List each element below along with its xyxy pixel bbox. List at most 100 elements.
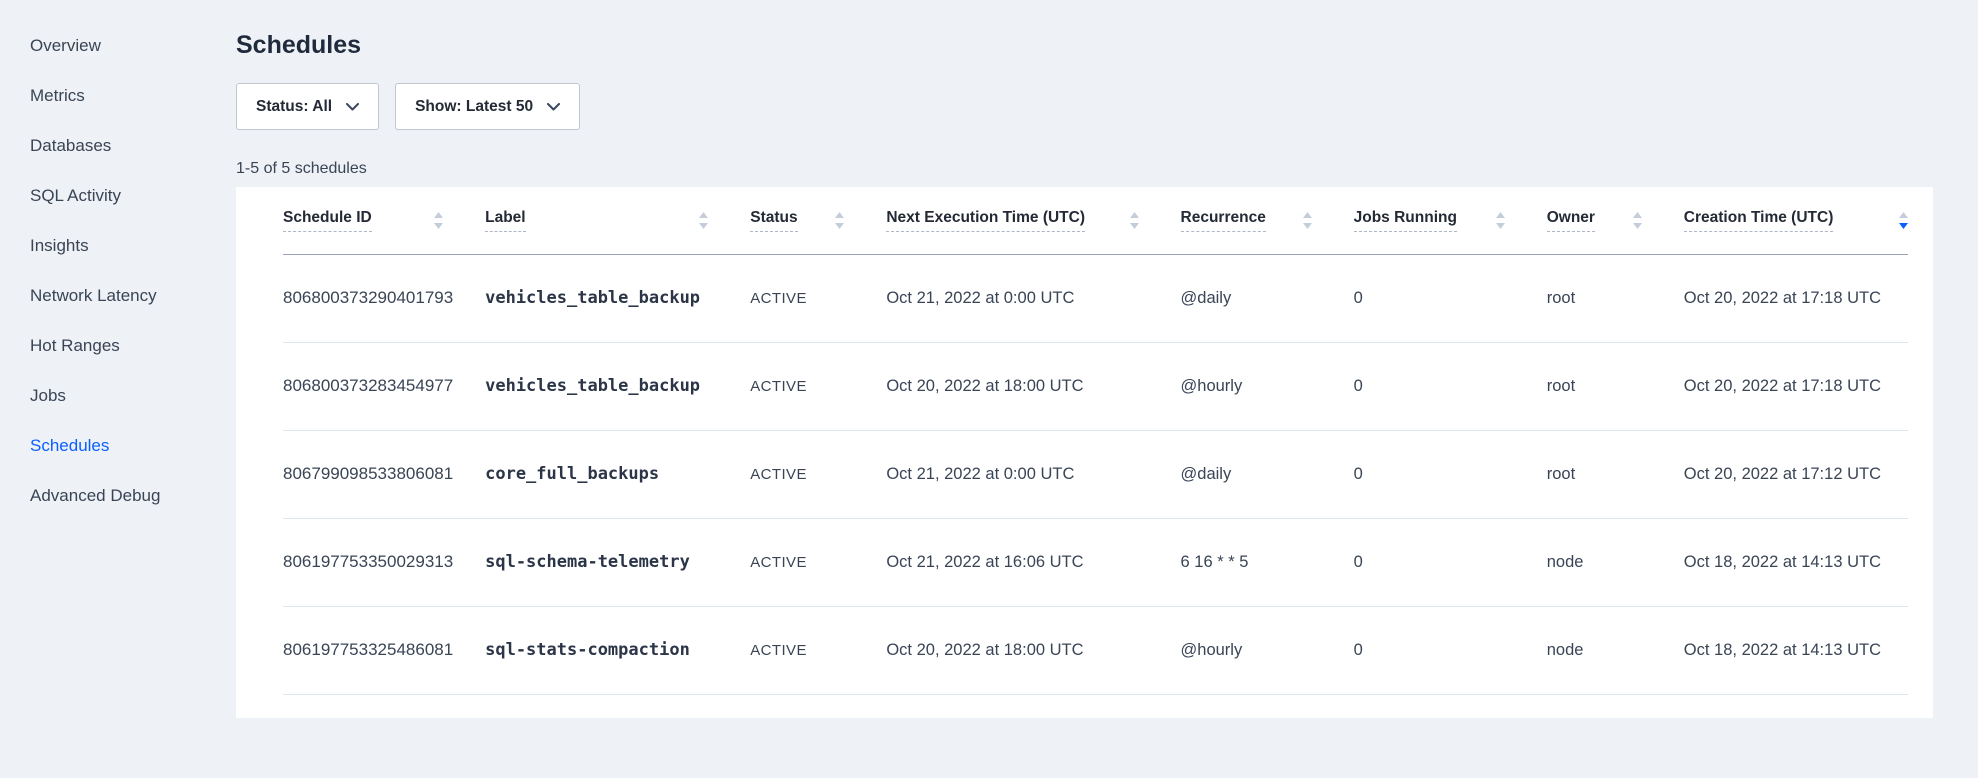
sort-icon[interactable] bbox=[1899, 212, 1908, 229]
sidebar-item-label: Hot Ranges bbox=[30, 336, 120, 356]
column-header-creation-time-utc[interactable]: Creation Time (UTC) bbox=[1684, 187, 1908, 254]
column-header-inner: Recurrence bbox=[1181, 209, 1312, 232]
schedule-row: 806800373283454977 vehicles_table_backup… bbox=[283, 342, 1908, 430]
schedule-row: 806197753350029313 sql-schema-telemetry … bbox=[283, 518, 1908, 606]
sidebar-nav: Overview Metrics Databases SQL Activity … bbox=[0, 0, 236, 778]
column-header-inner: Next Execution Time (UTC) bbox=[886, 209, 1138, 232]
schedule-label: vehicles_table_backup bbox=[485, 288, 700, 308]
schedule-id: 806197753325486081 bbox=[283, 640, 453, 659]
schedule-next-execution-time: Oct 21, 2022 at 0:00 UTC bbox=[886, 289, 1074, 307]
sidebar-item-databases[interactable]: Databases bbox=[0, 121, 236, 171]
schedule-recurrence: @hourly bbox=[1181, 377, 1243, 395]
schedule-creation-time: Oct 20, 2022 at 17:18 UTC bbox=[1684, 377, 1881, 395]
sidebar-item-sql-activity[interactable]: SQL Activity bbox=[0, 171, 236, 221]
column-header-status[interactable]: Status bbox=[750, 187, 886, 254]
sort-icon[interactable] bbox=[835, 212, 844, 229]
sidebar-item-label: Metrics bbox=[30, 86, 85, 106]
schedule-owner: root bbox=[1547, 377, 1575, 395]
schedule-next-execution-time: Oct 21, 2022 at 0:00 UTC bbox=[886, 465, 1074, 483]
schedule-recurrence: 6 16 * * 5 bbox=[1181, 553, 1249, 571]
column-header-inner: Label bbox=[485, 209, 708, 232]
column-header-label: Status bbox=[750, 209, 797, 232]
schedule-id: 806799098533806081 bbox=[283, 464, 453, 483]
show-limit-dropdown[interactable]: Show: Latest 50 bbox=[395, 83, 580, 130]
sort-icon[interactable] bbox=[1303, 212, 1312, 229]
show-limit-label: Show: Latest 50 bbox=[415, 98, 533, 116]
sidebar-item-network-latency[interactable]: Network Latency bbox=[0, 271, 236, 321]
schedule-status-badge: ACTIVE bbox=[750, 378, 807, 395]
sidebar-item-label: Advanced Debug bbox=[30, 486, 160, 506]
column-header-label: Creation Time (UTC) bbox=[1684, 209, 1834, 232]
sort-icon[interactable] bbox=[1633, 212, 1642, 229]
sort-icon[interactable] bbox=[699, 212, 708, 229]
sidebar-item-insights[interactable]: Insights bbox=[0, 221, 236, 271]
column-header-recurrence[interactable]: Recurrence bbox=[1181, 187, 1354, 254]
sort-icon[interactable] bbox=[1496, 212, 1505, 229]
page-title: Schedules bbox=[236, 30, 1978, 61]
status-filter-dropdown[interactable]: Status: All bbox=[236, 83, 379, 130]
results-count: 1-5 of 5 schedules bbox=[236, 160, 1978, 178]
sidebar-item-schedules[interactable]: Schedules bbox=[0, 421, 236, 471]
schedules-table: Schedule ID Label Status bbox=[283, 187, 1908, 695]
schedule-jobs-running: 0 bbox=[1354, 289, 1363, 307]
column-header-label: Schedule ID bbox=[283, 209, 372, 232]
chevron-down-icon bbox=[346, 103, 359, 111]
schedule-status-badge: ACTIVE bbox=[750, 466, 807, 483]
sidebar-item-overview[interactable]: Overview bbox=[0, 21, 236, 71]
status-filter-label: Status: All bbox=[256, 98, 332, 116]
schedule-row: 806800373290401793 vehicles_table_backup… bbox=[283, 254, 1908, 342]
sidebar-item-label: Insights bbox=[30, 236, 89, 256]
column-header-label: Owner bbox=[1547, 209, 1595, 232]
schedule-jobs-running: 0 bbox=[1354, 377, 1363, 395]
schedule-id: 806197753350029313 bbox=[283, 552, 453, 571]
schedule-recurrence: @daily bbox=[1181, 289, 1232, 307]
sort-icon[interactable] bbox=[1130, 212, 1139, 229]
sidebar-item-jobs[interactable]: Jobs bbox=[0, 371, 236, 421]
column-header-label[interactable]: Label bbox=[485, 187, 750, 254]
column-header-inner: Owner bbox=[1547, 209, 1642, 232]
sidebar-item-label: Network Latency bbox=[30, 286, 157, 306]
schedule-row: 806197753325486081 sql-stats-compaction … bbox=[283, 606, 1908, 694]
column-header-label: Jobs Running bbox=[1354, 209, 1457, 232]
table-body: 806800373290401793 vehicles_table_backup… bbox=[283, 254, 1908, 694]
column-header-inner: Creation Time (UTC) bbox=[1684, 209, 1908, 232]
filter-bar: Status: All Show: Latest 50 bbox=[236, 83, 1978, 130]
schedule-status-badge: ACTIVE bbox=[750, 290, 807, 307]
schedule-owner: root bbox=[1547, 465, 1575, 483]
schedule-creation-time: Oct 20, 2022 at 17:12 UTC bbox=[1684, 465, 1881, 483]
schedule-id: 806800373283454977 bbox=[283, 376, 453, 395]
schedules-table-card: Schedule ID Label Status bbox=[236, 187, 1933, 718]
sidebar-item-label: Overview bbox=[30, 36, 101, 56]
sidebar-item-metrics[interactable]: Metrics bbox=[0, 71, 236, 121]
column-header-label: Next Execution Time (UTC) bbox=[886, 209, 1085, 232]
sidebar-item-hot-ranges[interactable]: Hot Ranges bbox=[0, 321, 236, 371]
schedule-owner: node bbox=[1547, 641, 1584, 659]
column-header-jobs-running[interactable]: Jobs Running bbox=[1354, 187, 1547, 254]
schedule-jobs-running: 0 bbox=[1354, 641, 1363, 659]
column-header-owner[interactable]: Owner bbox=[1547, 187, 1684, 254]
schedule-recurrence: @daily bbox=[1181, 465, 1232, 483]
schedule-id: 806800373290401793 bbox=[283, 288, 453, 307]
sidebar-item-advanced-debug[interactable]: Advanced Debug bbox=[0, 471, 236, 521]
column-header-inner: Jobs Running bbox=[1354, 209, 1505, 232]
table-header: Schedule ID Label Status bbox=[283, 187, 1908, 254]
schedule-jobs-running: 0 bbox=[1354, 553, 1363, 571]
schedule-recurrence: @hourly bbox=[1181, 641, 1243, 659]
column-header-inner: Schedule ID bbox=[283, 209, 443, 232]
sort-icon[interactable] bbox=[434, 212, 443, 229]
main-content: Schedules Status: All Show: Latest 50 1-… bbox=[236, 0, 1978, 718]
column-header-label: Label bbox=[485, 209, 525, 232]
column-header-next-execution-time-utc[interactable]: Next Execution Time (UTC) bbox=[886, 187, 1180, 254]
column-header-inner: Status bbox=[750, 209, 844, 232]
schedule-owner: node bbox=[1547, 553, 1584, 571]
schedule-creation-time: Oct 18, 2022 at 14:13 UTC bbox=[1684, 641, 1881, 659]
chevron-down-icon bbox=[547, 103, 560, 111]
column-header-schedule-id[interactable]: Schedule ID bbox=[283, 187, 485, 254]
schedule-creation-time: Oct 20, 2022 at 17:18 UTC bbox=[1684, 289, 1881, 307]
schedule-status-badge: ACTIVE bbox=[750, 642, 807, 659]
schedule-label: sql-schema-telemetry bbox=[485, 552, 690, 572]
schedule-owner: root bbox=[1547, 289, 1575, 307]
schedule-label: core_full_backups bbox=[485, 464, 659, 484]
sidebar-item-label: Jobs bbox=[30, 386, 66, 406]
schedule-jobs-running: 0 bbox=[1354, 465, 1363, 483]
